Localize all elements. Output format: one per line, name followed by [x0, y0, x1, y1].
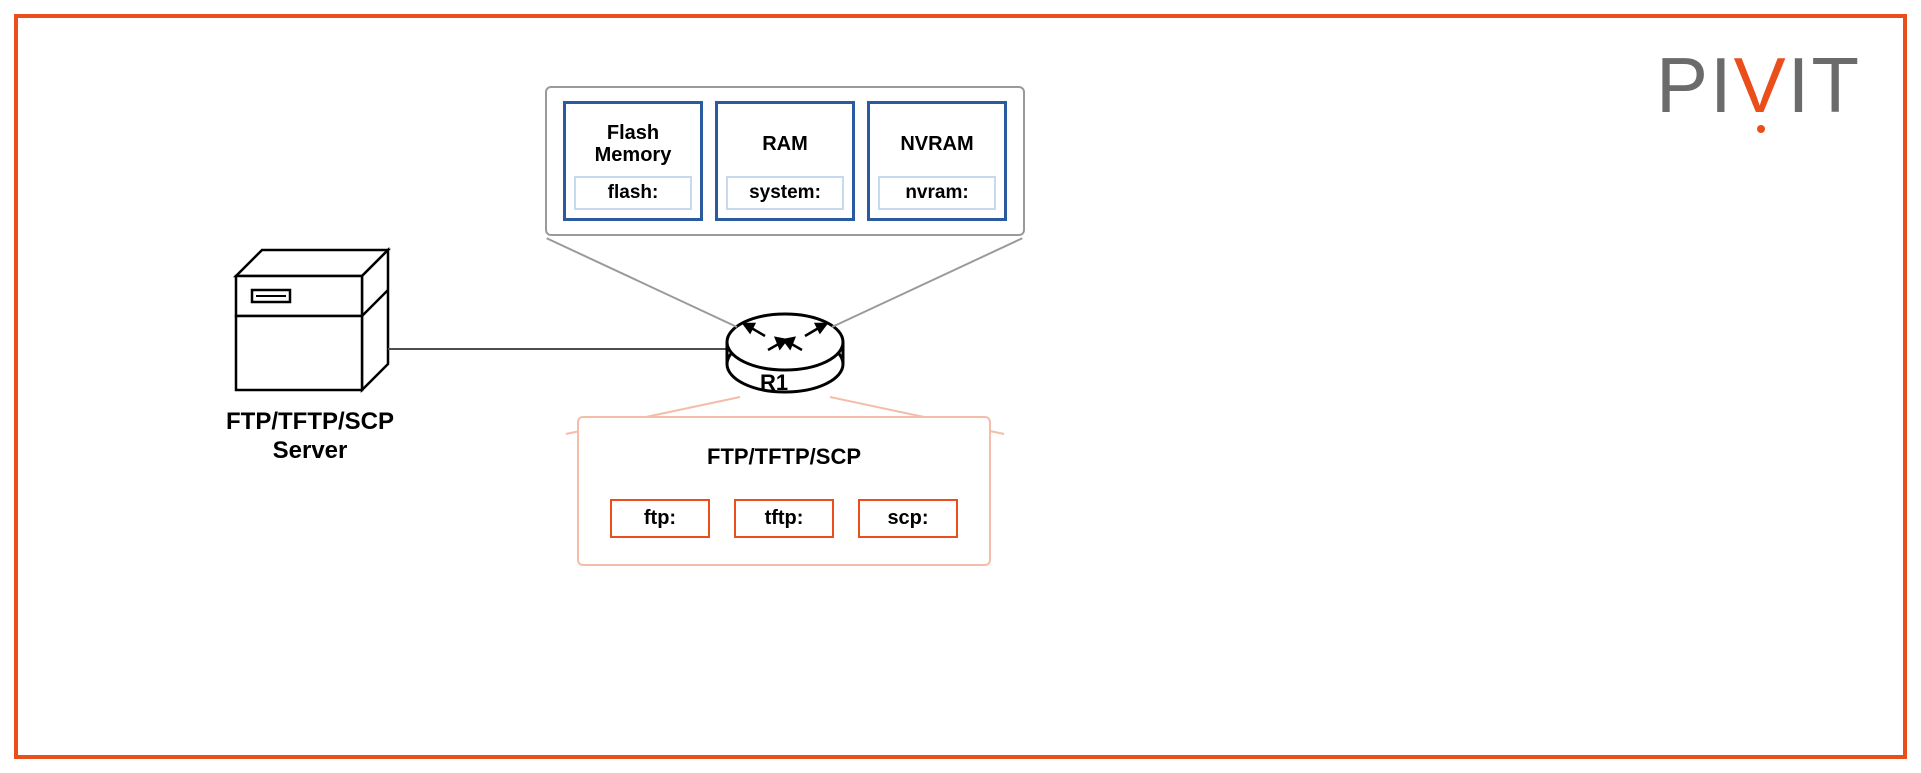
protocol-tftp: tftp:	[734, 499, 834, 538]
protocol-scp: scp:	[858, 499, 958, 538]
logo-letter-i1: I	[1710, 41, 1734, 129]
memory-flash: Flash Memory flash:	[563, 101, 703, 221]
protocol-ftp: ftp:	[610, 499, 710, 538]
logo-letter-p: P	[1656, 41, 1710, 129]
memory-prefix: nvram:	[878, 176, 996, 210]
server-icon	[232, 246, 392, 401]
logo-dot-icon	[1757, 125, 1765, 133]
protocol-row: ftp: tftp: scp:	[610, 499, 958, 538]
memory-nvram: NVRAM nvram:	[867, 101, 1007, 221]
router-label: R1	[760, 370, 788, 396]
logo-letter-t: T	[1811, 41, 1861, 129]
protocol-callout: FTP/TFTP/SCP ftp: tftp: scp:	[577, 416, 991, 566]
memory-prefix: system:	[726, 176, 844, 210]
server-router-link	[388, 348, 728, 350]
memory-title: Flash Memory	[574, 112, 692, 176]
logo-letter-i2: I	[1788, 41, 1812, 129]
memory-callout: Flash Memory flash: RAM system: NVRAM nv…	[545, 86, 1025, 236]
pivit-logo: PIVIT	[1656, 40, 1861, 131]
logo-letter-v: V	[1734, 40, 1788, 131]
memory-ram: RAM system:	[715, 101, 855, 221]
server-label: FTP/TFTP/SCP Server	[200, 408, 420, 466]
memory-title: NVRAM	[900, 112, 973, 176]
memory-prefix: flash:	[574, 176, 692, 210]
memory-title: RAM	[762, 112, 808, 176]
protocol-title: FTP/TFTP/SCP	[707, 444, 861, 470]
